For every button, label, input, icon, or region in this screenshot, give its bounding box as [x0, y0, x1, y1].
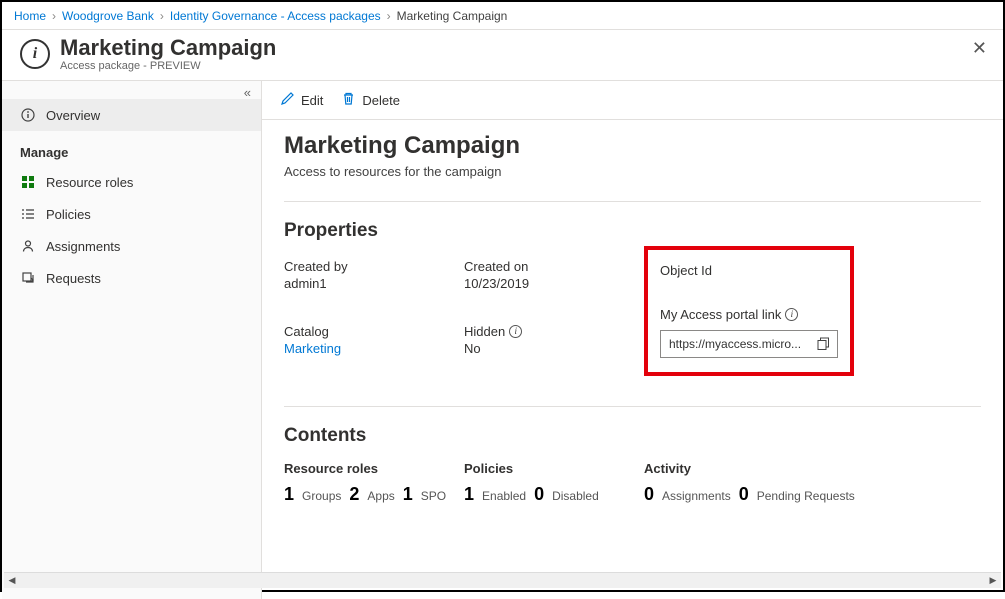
sidebar-item-label: Assignments	[46, 239, 120, 254]
activity-head: Activity	[644, 461, 864, 476]
sidebar-item-resource-roles[interactable]: Resource roles	[2, 166, 261, 198]
sidebar-item-label: Requests	[46, 271, 101, 286]
breadcrumb-tenant[interactable]: Woodgrove Bank	[62, 9, 154, 23]
policies-head: Policies	[464, 461, 644, 476]
scroll-right-icon[interactable]: ▶	[985, 573, 1001, 589]
trash-icon	[341, 91, 356, 109]
sidebar-section-manage: Manage	[2, 131, 261, 166]
created-by-label: Created by	[284, 256, 464, 276]
page-title: Marketing Campaign	[60, 36, 276, 60]
copy-icon[interactable]	[817, 337, 831, 351]
resource-roles-counts: 1Groups 2Apps 1SPO	[284, 484, 464, 505]
pencil-icon	[280, 91, 295, 109]
sidebar-item-policies[interactable]: Policies	[2, 198, 261, 230]
grid-icon	[20, 174, 36, 190]
portal-link-field[interactable]: https://myaccess.micro...	[660, 330, 838, 358]
policies-counts: 1Enabled 0Disabled	[464, 484, 644, 505]
horizontal-scrollbar[interactable]: ◀ ▶	[4, 572, 1001, 588]
catalog-link[interactable]: Marketing	[284, 341, 464, 356]
box-arrow-icon	[20, 270, 36, 286]
sidebar-item-label: Resource roles	[46, 175, 133, 190]
toolbar: Edit Delete	[262, 81, 1003, 120]
sidebar-item-label: Policies	[46, 207, 91, 222]
info-icon[interactable]: i	[785, 308, 798, 321]
info-icon	[20, 107, 36, 123]
breadcrumb-home[interactable]: Home	[14, 9, 46, 23]
sidebar: « Overview Manage Resource roles Policie…	[2, 81, 262, 599]
resource-roles-head: Resource roles	[284, 461, 464, 476]
chevron-right-icon: ›	[387, 9, 391, 23]
sidebar-item-assignments[interactable]: Assignments	[2, 230, 261, 262]
page-subtitle: Access package - PREVIEW	[60, 60, 276, 72]
close-icon[interactable]: ✕	[972, 38, 987, 59]
collapse-sidebar-icon[interactable]: «	[244, 85, 251, 100]
person-icon	[20, 238, 36, 254]
chevron-right-icon: ›	[160, 9, 164, 23]
created-on-value: 10/23/2019	[464, 276, 644, 291]
info-icon[interactable]: i	[509, 325, 522, 338]
portal-link-label: My Access portal link i	[660, 304, 838, 324]
hidden-label: Hidden i	[464, 321, 644, 341]
hidden-value: No	[464, 341, 644, 356]
sidebar-section-label: Manage	[20, 145, 68, 160]
main-content: Edit Delete Marketing Campaign Access to…	[262, 81, 1003, 599]
edit-label: Edit	[301, 93, 323, 108]
sidebar-item-requests[interactable]: Requests	[2, 262, 261, 294]
delete-button[interactable]: Delete	[341, 91, 400, 109]
object-id-label: Object Id	[660, 260, 838, 280]
created-on-label: Created on	[464, 256, 644, 276]
list-icon	[20, 206, 36, 222]
divider	[284, 201, 981, 202]
breadcrumb: Home › Woodgrove Bank › Identity Governa…	[2, 2, 1003, 30]
divider	[284, 406, 981, 407]
breadcrumb-access-packages[interactable]: Identity Governance - Access packages	[170, 9, 381, 23]
page-header: i Marketing Campaign Access package - PR…	[2, 30, 1003, 81]
activity-counts: 0Assignments 0Pending Requests	[644, 484, 864, 505]
overview-title: Marketing Campaign	[284, 132, 981, 160]
portal-link-value: https://myaccess.micro...	[669, 337, 817, 351]
overview-description: Access to resources for the campaign	[284, 164, 981, 179]
catalog-label: Catalog	[284, 321, 464, 341]
sidebar-item-label: Overview	[46, 108, 100, 123]
created-by-value: admin1	[284, 276, 464, 291]
info-icon: i	[20, 39, 50, 69]
delete-label: Delete	[362, 93, 400, 108]
chevron-right-icon: ›	[52, 9, 56, 23]
contents-heading: Contents	[284, 425, 981, 447]
sidebar-item-overview[interactable]: Overview	[2, 99, 261, 131]
edit-button[interactable]: Edit	[280, 91, 323, 109]
properties-heading: Properties	[284, 220, 981, 242]
highlighted-portal-link: Object Id My Access portal link i https:…	[644, 246, 854, 376]
scroll-left-icon[interactable]: ◀	[4, 573, 20, 589]
breadcrumb-current: Marketing Campaign	[397, 9, 508, 23]
